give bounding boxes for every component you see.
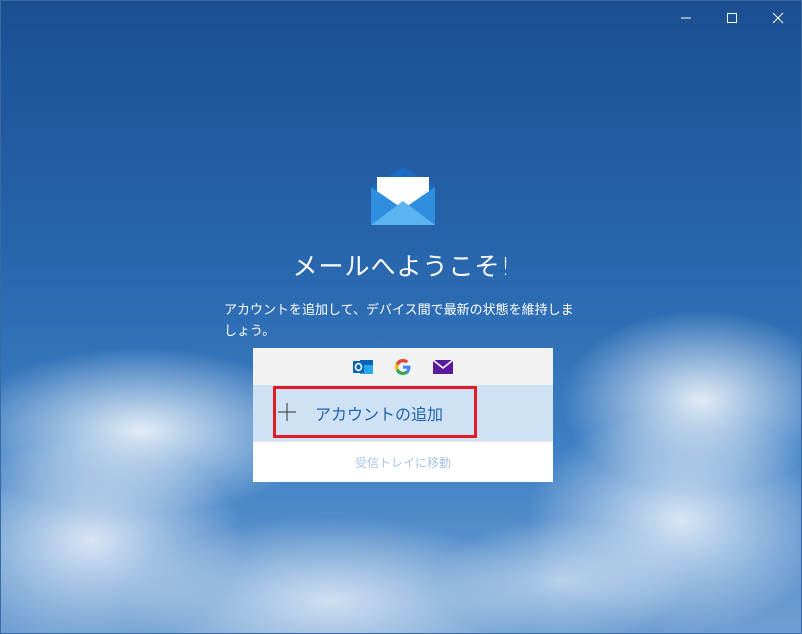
minimize-button[interactable]: [663, 1, 709, 35]
welcome-subtitle: アカウントを追加して、デバイス間で最新の状態を維持しましょう。: [224, 303, 574, 339]
accounts-card: アカウントの追加 受信トレイに移動: [253, 348, 553, 482]
close-button[interactable]: [755, 1, 801, 35]
provider-icons: [253, 348, 553, 385]
add-account-label: アカウントの追加: [315, 405, 444, 424]
maximize-button[interactable]: [709, 1, 755, 35]
google-icon: [391, 355, 415, 379]
outlook-icon: [351, 355, 375, 379]
welcome-title: メールへようこそ!: [292, 252, 512, 281]
minimize-icon: [681, 17, 691, 19]
mail-app-window: メールへようこそ! アカウントを追加して、デバイス間で最新の状態を維持しましょう…: [0, 0, 802, 634]
plus-icon: [278, 403, 296, 421]
maximize-icon: [727, 13, 737, 23]
mail-envelope-icon: [371, 167, 435, 225]
close-icon: [772, 12, 784, 24]
yahoo-mail-icon: [431, 355, 455, 379]
window-controls: [663, 1, 801, 35]
add-account-button[interactable]: アカウントの追加: [253, 385, 553, 441]
go-to-inbox-link[interactable]: 受信トレイに移動: [253, 442, 553, 482]
